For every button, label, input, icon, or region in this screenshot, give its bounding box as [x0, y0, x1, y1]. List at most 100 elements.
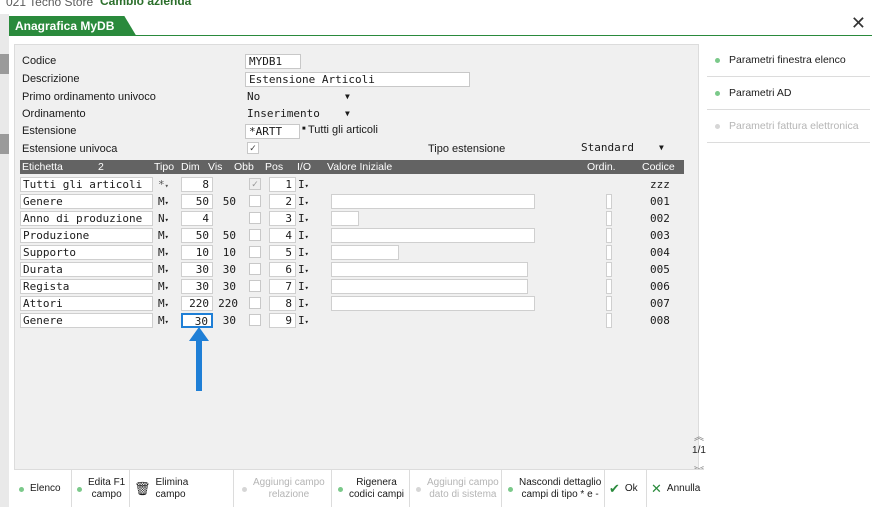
cell-tipo[interactable]: M▾: [158, 262, 169, 277]
cell-tipo[interactable]: M▾: [158, 279, 169, 294]
close-icon[interactable]: ✕: [851, 13, 866, 34]
cell-tipo[interactable]: N▾: [158, 211, 169, 226]
cell-pos[interactable]: 3: [269, 211, 296, 226]
descrizione-field[interactable]: Estensione Articoli: [245, 72, 470, 87]
cell-tipo[interactable]: M▾: [158, 194, 169, 209]
cell-ordin[interactable]: [606, 245, 612, 260]
codice-field[interactable]: MYDB1: [245, 54, 301, 69]
cell-obb-checkbox[interactable]: [249, 314, 261, 326]
cell-pos[interactable]: 4: [269, 228, 296, 243]
sidebar-item-parametri-ad[interactable]: Parametri AD: [707, 77, 870, 110]
cell-valore-iniziale[interactable]: [331, 194, 535, 209]
cell-dim[interactable]: 30: [181, 279, 213, 294]
bottom-toolbar: Elenco Edita F1 campo 🗑 Elimina campo Aggiu…: [14, 469, 704, 507]
cambio-azienda-button[interactable]: Cambio azienda: [100, 0, 191, 8]
cell-etichetta[interactable]: Anno di produzione: [20, 211, 153, 226]
cell-obb-checkbox[interactable]: [249, 195, 261, 207]
elimina-campo-button[interactable]: 🗑 Elimina campo: [130, 470, 234, 507]
cell-obb-checkbox[interactable]: [249, 246, 261, 258]
cell-valore-iniziale[interactable]: [331, 296, 535, 311]
cell-dim[interactable]: 50: [181, 194, 213, 209]
cell-dim[interactable]: 4: [181, 211, 213, 226]
cell-etichetta[interactable]: Genere: [20, 194, 153, 209]
cell-ordin[interactable]: [606, 313, 612, 328]
cell-dim[interactable]: 8: [181, 177, 213, 192]
cell-valore-iniziale[interactable]: [331, 279, 528, 294]
cell-io[interactable]: I▾: [298, 194, 309, 209]
elenco-button[interactable]: Elenco: [14, 470, 72, 507]
cell-codice: zzz: [650, 178, 670, 191]
ordinamento-select[interactable]: Inserimento ▼: [247, 106, 352, 121]
cell-ordin[interactable]: [606, 262, 612, 277]
cell-dim[interactable]: 220: [181, 296, 213, 311]
cell-obb-checkbox[interactable]: [249, 263, 261, 275]
primo-ordinamento-select[interactable]: No ▼: [247, 89, 352, 104]
cell-ordin[interactable]: [606, 194, 612, 209]
agg-rel-label-2: relazione: [268, 489, 310, 500]
scroll-up-icon[interactable]: ︽: [692, 428, 706, 443]
cell-pos[interactable]: 8: [269, 296, 296, 311]
cell-etichetta[interactable]: Regista: [20, 279, 153, 294]
cell-obb-checkbox[interactable]: [249, 212, 261, 224]
lookup-icon[interactable]: ■: [302, 126, 306, 132]
cell-obb-checkbox[interactable]: [249, 297, 261, 309]
cell-tipo[interactable]: M▾: [158, 245, 169, 260]
cell-pos[interactable]: 9: [269, 313, 296, 328]
main-panel: Codice MYDB1 Descrizione Estensione Arti…: [14, 44, 706, 504]
cell-valore-iniziale[interactable]: [331, 245, 399, 260]
cell-tipo[interactable]: *▾: [158, 177, 169, 192]
grid-header: Etichetta 2 Tipo Dim Vis Obb Pos I/O Val…: [20, 160, 684, 174]
cell-etichetta[interactable]: Genere: [20, 313, 153, 328]
rigenera-codici-campi-button[interactable]: Rigenera codici campi: [332, 470, 410, 507]
cell-valore-iniziale[interactable]: [331, 211, 359, 226]
cell-valore-iniziale[interactable]: [331, 313, 337, 328]
cell-tipo[interactable]: M▾: [158, 228, 169, 243]
cell-etichetta[interactable]: Supporto: [20, 245, 153, 260]
cell-io[interactable]: I▾: [298, 313, 309, 328]
cell-obb-checkbox[interactable]: [249, 280, 261, 292]
cell-obb-checkbox[interactable]: [249, 229, 261, 241]
cell-vis: 220: [218, 297, 238, 310]
cell-valore-iniziale[interactable]: [331, 262, 528, 277]
cell-pos[interactable]: 7: [269, 279, 296, 294]
cell-io[interactable]: I▾: [298, 245, 309, 260]
header-pos: Pos: [265, 161, 284, 173]
sidebar-item-parametri-finestra-elenco[interactable]: Parametri finestra elenco: [707, 44, 870, 77]
background-window-edge: [0, 14, 9, 507]
nascondi-dettaglio-button[interactable]: Nascondi dettaglio campi di tipo * e -: [502, 470, 605, 507]
cell-pos[interactable]: 6: [269, 262, 296, 277]
cell-tipo[interactable]: M▾: [158, 313, 169, 328]
cell-io[interactable]: I▾: [298, 228, 309, 243]
cell-dim-focused[interactable]: 30: [181, 313, 213, 328]
cell-etichetta[interactable]: Produzione: [20, 228, 153, 243]
cell-ordin[interactable]: [606, 228, 612, 243]
cell-etichetta[interactable]: Attori: [20, 296, 153, 311]
cell-pos[interactable]: 5: [269, 245, 296, 260]
ok-button[interactable]: ✔ Ok: [605, 470, 647, 507]
annulla-button[interactable]: ✕ Annulla: [647, 470, 704, 507]
cell-pos[interactable]: 2: [269, 194, 296, 209]
cell-etichetta[interactable]: Durata: [20, 262, 153, 277]
edita-f1-label-2: campo: [91, 489, 122, 500]
tipo-estensione-select[interactable]: Standard ▼: [581, 140, 666, 155]
cell-dim[interactable]: 50: [181, 228, 213, 243]
cell-io[interactable]: I▾: [298, 279, 309, 294]
cell-io[interactable]: I▾: [298, 211, 309, 226]
cell-io[interactable]: I▾: [298, 296, 309, 311]
cell-vis: 50: [222, 229, 236, 242]
cell-valore-iniziale[interactable]: [331, 228, 535, 243]
cell-tipo[interactable]: M▾: [158, 296, 169, 311]
cell-pos[interactable]: 1: [269, 177, 296, 192]
bullet-icon: [416, 486, 421, 492]
cell-ordin[interactable]: [606, 211, 612, 226]
estensione-univoca-checkbox[interactable]: ✓: [247, 142, 259, 154]
cell-dim[interactable]: 10: [181, 245, 213, 260]
estensione-field[interactable]: *ARTT: [245, 124, 300, 139]
cell-ordin[interactable]: [606, 279, 612, 294]
cell-io[interactable]: I▾: [298, 177, 309, 192]
cell-io[interactable]: I▾: [298, 262, 309, 277]
cell-ordin[interactable]: [606, 296, 612, 311]
edita-f1-campo-button[interactable]: Edita F1 campo: [72, 470, 130, 507]
cell-etichetta[interactable]: Tutti gli articoli: [20, 177, 153, 192]
cell-dim[interactable]: 30: [181, 262, 213, 277]
